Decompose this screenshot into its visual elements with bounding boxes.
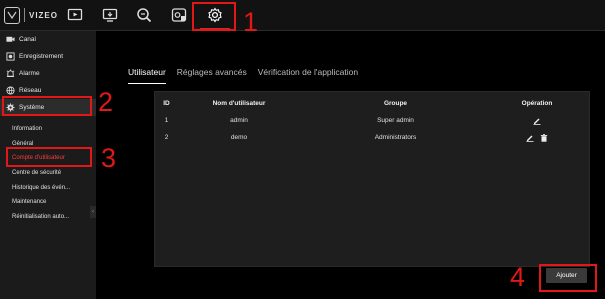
- cell-group: Super admin: [377, 117, 414, 124]
- network-icon: [6, 86, 15, 95]
- sidebar-item-label: Canal: [19, 36, 36, 43]
- preview-icon[interactable]: [101, 6, 119, 24]
- table-row: 1 admin Super admin: [155, 112, 589, 129]
- cell-username: demo: [230, 134, 248, 141]
- cell-id: 1: [164, 117, 169, 124]
- cell-group: Administrators: [374, 134, 417, 141]
- sidebar-item-label: Réseau: [19, 87, 42, 94]
- cell-operation: [491, 117, 583, 125]
- annotation-box-1: [192, 2, 236, 31]
- header-group: Groupe: [383, 100, 408, 107]
- annotation-box-3: [6, 147, 92, 167]
- brand-name: VIZEO: [28, 10, 58, 20]
- annotation-number-2: 2: [98, 87, 114, 117]
- cell-username: admin: [230, 117, 248, 124]
- sidebar-item-label: Enregistrement: [19, 53, 64, 60]
- cell-operation: [491, 133, 583, 142]
- table-header: ID Nom d'utilisateur Groupe Opération: [155, 95, 589, 112]
- submenu-auto-reset[interactable]: Réinitialisation auto...: [0, 210, 96, 225]
- logo-separator: [24, 8, 25, 22]
- camera-icon: [6, 35, 15, 44]
- edit-icon[interactable]: [533, 117, 541, 125]
- record-icon: [6, 52, 15, 61]
- tab-utilisateur[interactable]: Utilisateur: [128, 67, 166, 84]
- trash-icon[interactable]: [540, 133, 548, 142]
- annotation-number-3: 3: [101, 143, 117, 173]
- top-bar: VIZEO: [0, 0, 605, 31]
- playback-icon[interactable]: [66, 6, 84, 24]
- header-operation: Opération: [521, 100, 553, 107]
- submenu-maintenance[interactable]: Maintenance: [0, 195, 96, 210]
- submenu-event-history[interactable]: Historique des évén...: [0, 180, 96, 195]
- main-content: Utilisateur Réglages avancés Vérificatio…: [96, 31, 605, 299]
- submenu-security-center[interactable]: Centre de sécurité: [0, 166, 96, 181]
- sidebar-item-alarme[interactable]: Alarme: [0, 65, 96, 82]
- sidebar-item-enregistrement[interactable]: Enregistrement: [0, 48, 96, 65]
- annotation-box-2: [2, 96, 92, 116]
- table-row: 2 demo Administrators: [155, 129, 589, 146]
- search-icon[interactable]: [135, 6, 153, 24]
- header-username: Nom d'utilisateur: [212, 100, 266, 107]
- edit-icon[interactable]: [526, 134, 534, 142]
- ai-icon[interactable]: [170, 6, 188, 24]
- annotation-number-4: 4: [510, 262, 526, 292]
- brand-logo: VIZEO: [4, 6, 58, 24]
- header-id: ID: [163, 100, 170, 107]
- tab-verification-application[interactable]: Vérification de l'application: [258, 67, 358, 84]
- user-table: ID Nom d'utilisateur Groupe Opération 1 …: [154, 91, 590, 267]
- submenu-information[interactable]: Information: [0, 122, 96, 137]
- sidebar-item-canal[interactable]: Canal: [0, 31, 96, 48]
- annotation-box-4: [539, 264, 597, 292]
- cell-id: 2: [164, 134, 169, 141]
- tab-bar: Utilisateur Réglages avancés Vérificatio…: [128, 67, 358, 84]
- alarm-icon: [6, 69, 15, 78]
- logo-mark-icon: [4, 6, 21, 24]
- tab-reglages-avances[interactable]: Réglages avancés: [177, 67, 247, 84]
- system-submenu: Information Général Compte d'utilisateur…: [0, 116, 96, 224]
- sidebar-item-label: Alarme: [19, 70, 40, 77]
- annotation-number-1: 1: [243, 7, 259, 37]
